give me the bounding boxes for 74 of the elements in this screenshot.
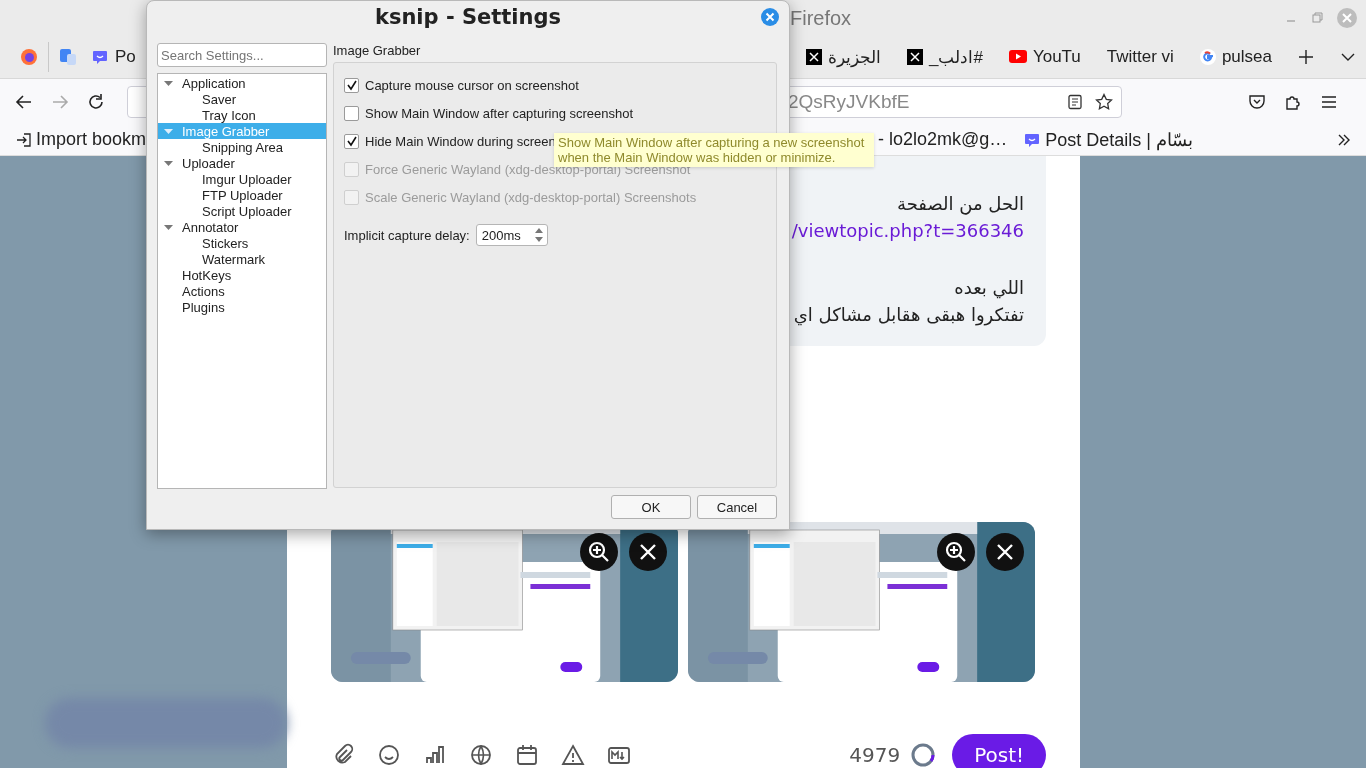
tree-item[interactable]: Saver xyxy=(158,91,326,107)
reader-view-icon[interactable] xyxy=(1067,93,1083,110)
x-logo-icon xyxy=(806,49,822,65)
tree-item[interactable]: FTP Uploader xyxy=(158,187,326,203)
browser-tab[interactable]: YouTu xyxy=(998,47,1091,67)
x-logo-icon xyxy=(907,49,923,65)
expand-arrow-icon[interactable] xyxy=(164,78,173,88)
tree-item[interactable]: Snipping Area xyxy=(158,139,326,155)
checkbox-label: Show Main Window after capturing screenshot xyxy=(365,105,634,121)
cancel-button[interactable]: Cancel xyxy=(697,495,777,519)
new-tab-icon[interactable] xyxy=(1298,49,1314,65)
tree-item[interactable]: Imgur Uploader xyxy=(158,171,326,187)
search-field[interactable]: Search Settings... xyxy=(157,43,327,67)
check-icon xyxy=(345,79,358,91)
tree-item[interactable]: Watermark xyxy=(158,251,326,267)
globe-icon[interactable] xyxy=(469,743,493,767)
g-logo-icon xyxy=(1199,49,1216,65)
browser-tab[interactable]: Po xyxy=(87,47,146,67)
tree-item[interactable]: Script Uploader xyxy=(158,203,326,219)
delay-label: Implicit capture delay: xyxy=(344,227,470,243)
import-icon xyxy=(16,131,32,148)
tree-item[interactable]: Actions xyxy=(158,283,326,299)
chat-bubble-icon xyxy=(91,48,109,66)
post-text: تفتكروا هبقى هقابل مشاكل اي xyxy=(793,303,1024,328)
reload-icon[interactable] xyxy=(87,92,105,111)
section-title: Image Grabber xyxy=(333,43,422,59)
checkbox-label: Scale Generic Wayland (xdg-desktop-portal) Screenshots xyxy=(365,189,697,205)
window-title: Firefox xyxy=(790,6,853,30)
post-text: اللي بعده xyxy=(954,276,1024,301)
browser-tab[interactable]: الجزيرة xyxy=(796,46,891,68)
calendar-icon[interactable] xyxy=(515,743,539,767)
tree-item[interactable]: Plugins xyxy=(158,299,326,315)
pocket-icon[interactable] xyxy=(1248,92,1266,111)
tooltip: Show Main Window after capturing a new screenshot when the Main Window was hidden or minimize. xyxy=(554,133,874,167)
browser-tab[interactable]: pulsea xyxy=(1189,47,1282,67)
browser-tab[interactable]: Twitter vi xyxy=(1096,47,1184,67)
dialog-title: ksnip - Settings xyxy=(374,5,562,29)
bookmark[interactable]: Import bookm xyxy=(10,129,153,150)
close-icon xyxy=(995,542,1015,562)
zoom-in-icon xyxy=(587,540,611,564)
checkbox[interactable] xyxy=(344,77,359,93)
checkbox[interactable] xyxy=(344,133,359,149)
emoji-icon[interactable] xyxy=(377,743,401,767)
spin-arrows-icon[interactable] xyxy=(533,226,544,244)
checkbox-label: Capture mouse cursor on screenshot xyxy=(365,77,579,93)
bookmark[interactable]: Post Details | بسّام xyxy=(1017,128,1200,151)
post-text: الحل من الصفحة xyxy=(897,192,1024,217)
bookmark[interactable]: - lo2lo2mk@g… xyxy=(872,129,1014,150)
tree-item[interactable]: Uploader xyxy=(158,155,326,171)
back-icon[interactable] xyxy=(15,92,33,111)
character-ring-icon xyxy=(910,742,937,768)
browser-logo-icon[interactable] xyxy=(20,48,38,66)
expand-arrow-icon[interactable] xyxy=(164,222,173,232)
tree-item[interactable]: HotKeys xyxy=(158,267,326,283)
close-icon[interactable] xyxy=(761,8,779,26)
post-button[interactable]: Post! xyxy=(952,734,1046,768)
checkbox[interactable] xyxy=(344,105,359,121)
expand-arrow-icon[interactable] xyxy=(164,158,173,168)
browser-tab[interactable]: #ادلب_ xyxy=(897,46,993,68)
warning-icon[interactable] xyxy=(561,743,585,767)
translate-icon[interactable] xyxy=(59,48,77,66)
zoom-in-icon xyxy=(944,540,968,564)
tree-item[interactable]: Application xyxy=(158,75,326,91)
star-icon[interactable] xyxy=(1095,92,1113,111)
delay-spinbox[interactable]: 200ms xyxy=(475,224,548,246)
character-counter: 4979 xyxy=(849,743,901,767)
tree-item[interactable]: Annotator xyxy=(158,219,326,235)
tree-item[interactable]: Tray Icon xyxy=(158,107,326,123)
play-logo-icon xyxy=(1008,50,1027,64)
ok-button[interactable]: OK xyxy=(611,495,691,519)
close-icon xyxy=(638,542,658,562)
tree-item[interactable]: Stickers xyxy=(158,235,326,251)
check-icon xyxy=(345,135,358,147)
link[interactable]: /viewtopic.php?t=366346 xyxy=(791,217,1024,244)
